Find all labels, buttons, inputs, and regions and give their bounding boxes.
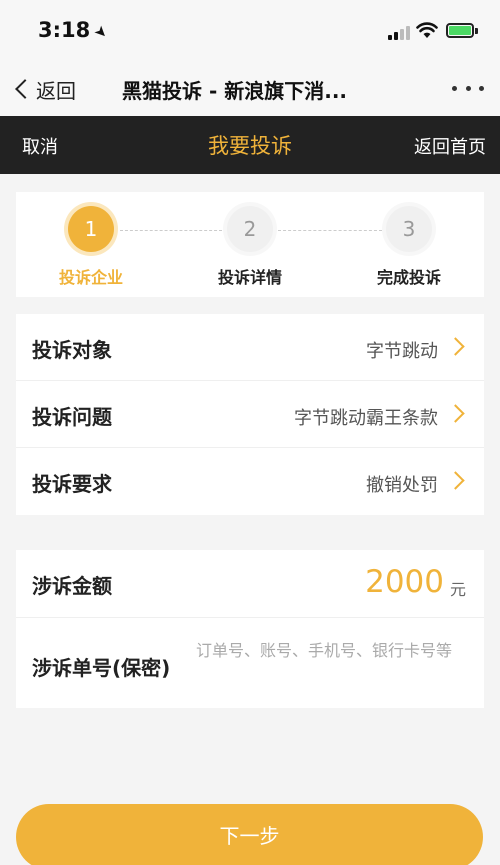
complaint-issue-row[interactable]: 投诉问题 字节跳动霸王条款 <box>16 381 484 448</box>
status-time-text: 3:18 <box>38 18 91 42</box>
battery-icon <box>446 23 474 38</box>
complaint-target-row[interactable]: 投诉对象 字节跳动 <box>16 314 484 381</box>
amount-row: 涉诉金额 2000 元 <box>16 550 484 618</box>
location-arrow-icon: ➤ <box>90 21 113 43</box>
row-label: 投诉对象 <box>32 338 112 362</box>
more-icon[interactable] <box>452 86 484 94</box>
step-label: 投诉详情 <box>217 268 282 287</box>
chevron-right-icon <box>446 404 465 423</box>
wifi-icon <box>416 22 438 38</box>
home-button[interactable]: 返回首页 <box>414 133 486 159</box>
step-3: 3 完成投诉 <box>349 206 469 288</box>
amount-unit: 元 <box>449 580 466 599</box>
nav-title: 黑猫投诉 - 新浪旗下消... <box>122 79 348 103</box>
amount-input[interactable]: 2000 <box>365 564 444 600</box>
page-header: 取消 我要投诉 返回首页 <box>0 116 500 174</box>
nav-bar: 返回 黑猫投诉 - 新浪旗下消... <box>0 62 500 116</box>
step-label: 投诉企业 <box>58 268 123 287</box>
chevron-right-icon <box>446 471 465 490</box>
back-button[interactable]: 返回 <box>14 74 76 104</box>
row-value: 字节跳动霸王条款 <box>294 408 438 429</box>
step-1: 1 投诉企业 <box>31 206 151 288</box>
complaint-request-row[interactable]: 投诉要求 撤销处罚 <box>16 448 484 515</box>
amount-label: 涉诉金额 <box>32 574 112 598</box>
step-number: 2 <box>227 206 273 252</box>
cellular-signal-icon <box>388 26 412 40</box>
steps-progress: 1 投诉企业 2 投诉详情 3 完成投诉 <box>16 192 484 297</box>
step-2: 2 投诉详情 <box>190 206 310 288</box>
battery-cap <box>475 28 478 34</box>
row-value: 字节跳动 <box>366 341 438 362</box>
order-label: 涉诉单号(保密) <box>32 656 171 680</box>
next-step-button[interactable]: 下一步 <box>16 804 483 865</box>
complaint-details-card: 涉诉金额 2000 元 涉诉单号(保密) <box>16 550 484 708</box>
status-bar: 3:18➤ <box>0 0 500 62</box>
order-number-input[interactable] <box>196 640 472 690</box>
chevron-right-icon <box>446 337 465 356</box>
row-label: 投诉问题 <box>32 405 112 429</box>
status-time: 3:18➤ <box>38 18 112 43</box>
step-label: 完成投诉 <box>376 268 441 287</box>
row-label: 投诉要求 <box>32 472 112 496</box>
step-number: 3 <box>386 206 432 252</box>
complaint-info-card: 投诉对象 字节跳动 投诉问题 字节跳动霸王条款 投诉要求 撤销处罚 <box>16 314 484 515</box>
back-label: 返回 <box>36 78 76 103</box>
row-value: 撤销处罚 <box>366 475 438 496</box>
order-row: 涉诉单号(保密) <box>16 618 484 708</box>
chevron-left-icon <box>15 79 35 99</box>
step-number: 1 <box>68 206 114 252</box>
